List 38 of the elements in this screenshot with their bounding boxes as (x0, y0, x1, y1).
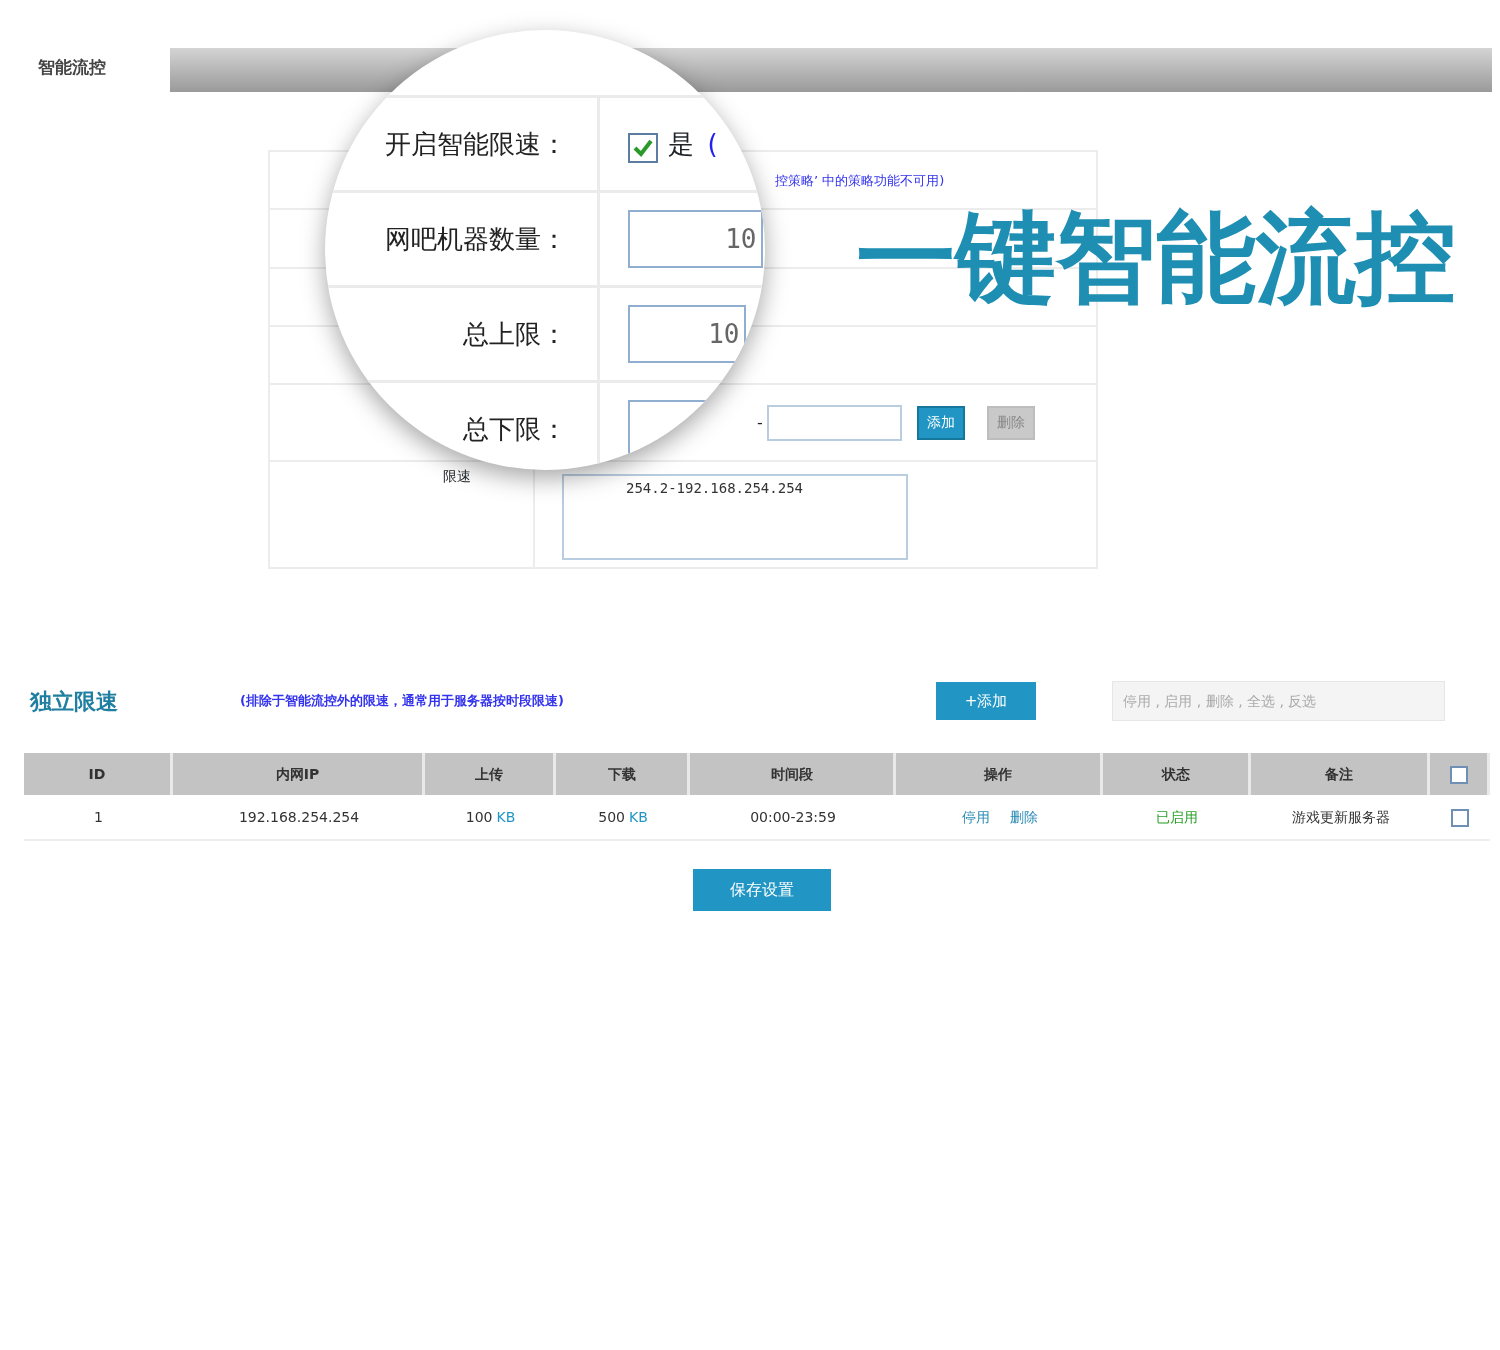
column-header: 上传 (425, 753, 556, 795)
ip-list-field[interactable]: 254.2-192.168.254.254 (562, 474, 908, 560)
column-header: 时间段 (690, 753, 896, 795)
column-header: 操作 (896, 753, 1103, 795)
unit-text: KB (628, 808, 648, 825)
hint-text: 控策略’ 中的策略功能不可用) (774, 173, 945, 188)
headline-text: 一键智能流控 (856, 198, 1456, 318)
add-button[interactable]: 添加 (916, 405, 965, 440)
save-button[interactable]: 保存设置 (693, 869, 831, 911)
table-cell: 1 (24, 795, 173, 841)
option-label: 是 (667, 128, 694, 159)
action-link[interactable]: 停用 (961, 808, 990, 825)
field-label: 限速 (443, 468, 471, 484)
input-field[interactable]: 10 (627, 210, 763, 268)
action-link[interactable]: 删除 (1009, 808, 1038, 825)
column-header: ID (24, 753, 173, 795)
note-text: ( (707, 128, 718, 159)
input-field[interactable] (766, 404, 902, 441)
column-header: 下载 (556, 753, 690, 795)
column-header: 备注 (1251, 753, 1430, 795)
table-cell: 500 (598, 808, 625, 825)
section-title: 独立限速 (30, 687, 119, 716)
table-cell: 100 (465, 808, 493, 825)
add-button[interactable]: +添加 (936, 682, 1036, 720)
checkbox[interactable] (1449, 765, 1468, 784)
input-field[interactable]: 10 (627, 305, 746, 363)
checkbox[interactable] (627, 133, 658, 163)
hint-text: (排除于智能流控外的限速，通常用于服务器按时段限速) (240, 692, 565, 711)
table-cell: 游戏更新服务器 (1251, 795, 1430, 841)
unit-text: KB (496, 808, 516, 825)
table-cell: 00:00-23:59 (690, 795, 896, 841)
column-header: 状态 (1103, 753, 1251, 795)
table-cell: 192.168.254.254 (173, 795, 425, 841)
separator-text: - (757, 411, 763, 434)
status-text: 已启用 (1156, 808, 1198, 825)
batch-actions-bar[interactable]: 停用 , 启用 , 删除 , 全选 , 反选 (1112, 681, 1445, 721)
checkbox[interactable] (1451, 808, 1469, 827)
column-header: 内网IP (173, 753, 425, 795)
